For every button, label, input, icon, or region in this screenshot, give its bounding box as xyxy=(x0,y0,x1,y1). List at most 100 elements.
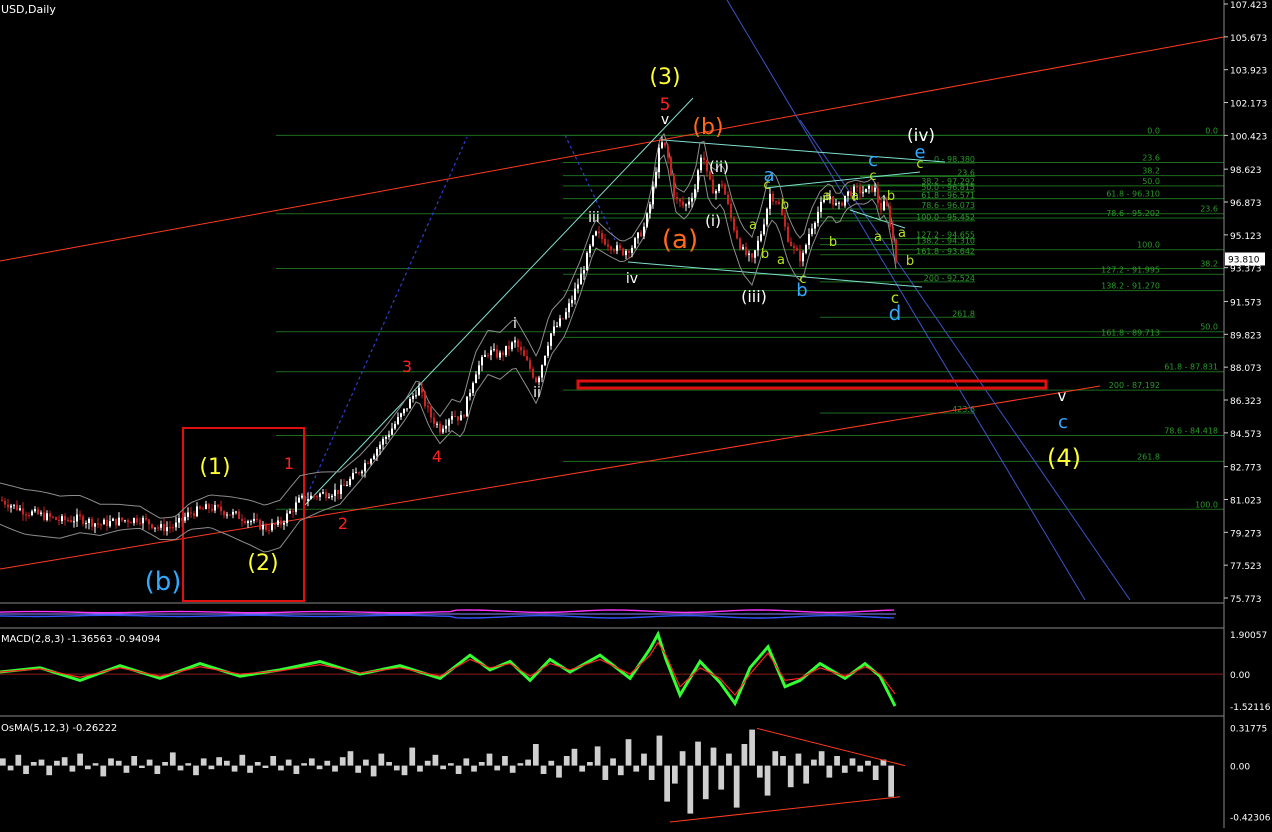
candle-body xyxy=(433,417,435,424)
wave-label: a xyxy=(777,253,785,268)
macd-tick-label: 0.00 xyxy=(1230,671,1250,681)
osma-bar xyxy=(594,746,601,766)
osma-bar xyxy=(587,762,593,766)
osma-bar xyxy=(602,765,609,780)
osma-bar xyxy=(270,756,277,766)
candle-body xyxy=(523,350,525,357)
osma-bar xyxy=(378,753,385,766)
osma-bar xyxy=(888,765,894,797)
candle-body xyxy=(100,524,102,526)
candle-body xyxy=(454,416,456,418)
price-tick-label: 88.073 xyxy=(1230,364,1262,374)
candle-body xyxy=(121,517,123,521)
candle-body xyxy=(400,413,402,418)
candle-body xyxy=(700,157,702,171)
price-axis: 107.423 105.673 103.923 102.173 100.423 98.62… xyxy=(0,0,1267,828)
candle-body xyxy=(517,340,519,347)
price-tick-label: 100.423 xyxy=(1230,132,1267,142)
wave-label: c xyxy=(869,169,876,184)
wave-label: (i) xyxy=(705,212,721,230)
candle-body xyxy=(466,396,468,417)
osma-bar xyxy=(162,762,168,766)
teal-trendline xyxy=(662,139,946,163)
candle-body xyxy=(739,238,741,250)
osma-bar xyxy=(656,735,663,766)
candle-body xyxy=(619,245,621,249)
wave-label: iv xyxy=(626,271,638,287)
osma-bar xyxy=(185,763,192,766)
candle-body xyxy=(661,142,663,148)
candle-body xyxy=(856,186,858,188)
osma-bar xyxy=(525,759,531,766)
osma-bar xyxy=(872,765,879,780)
candle-body xyxy=(340,484,342,495)
candle-body xyxy=(580,273,582,285)
candle-body xyxy=(412,395,414,400)
candle-body xyxy=(178,518,180,523)
candle-body xyxy=(859,186,861,194)
sub-fib-label: 200 - 92.524 xyxy=(924,274,975,283)
osma-bar xyxy=(247,765,253,773)
chart-canvas[interactable]: 0.00.023.638.250.061.8 - 96.31023.678.6 … xyxy=(0,0,1272,828)
fib-level-label: 261.8 xyxy=(1137,452,1160,461)
osma-bar xyxy=(115,760,122,766)
candle-body xyxy=(118,517,120,526)
candle-body xyxy=(727,194,729,204)
wave-label: (a) xyxy=(662,225,698,255)
osma-bar xyxy=(494,765,501,771)
osma-bar xyxy=(262,765,269,768)
candle-body xyxy=(211,508,213,511)
wave-label: a xyxy=(898,226,906,241)
candle-body xyxy=(796,247,798,251)
sub-fib-label: 61.8 - 96.571 xyxy=(921,191,975,200)
wave-label: c xyxy=(868,150,878,171)
candle-body xyxy=(184,516,186,521)
price-tick-label: 93.373 xyxy=(1230,265,1262,275)
candle-body xyxy=(685,204,687,206)
candle-body xyxy=(397,417,399,424)
osma-bar xyxy=(285,759,292,766)
candle-body xyxy=(220,506,222,512)
candle-body xyxy=(865,188,867,193)
wave-label: (ii) xyxy=(709,158,729,176)
osma-bar xyxy=(463,758,470,766)
candle-body xyxy=(376,448,378,456)
wave-label: (b) xyxy=(692,115,723,140)
candle-body xyxy=(142,517,144,524)
candle-body xyxy=(625,250,627,256)
candle-body xyxy=(256,518,258,520)
candle-body xyxy=(301,495,303,498)
osma-bar xyxy=(710,747,717,766)
candle-body xyxy=(565,312,567,319)
osma-bar xyxy=(486,753,493,766)
wave-label: i xyxy=(513,316,517,332)
osma-bar xyxy=(108,758,114,766)
osma-bar xyxy=(363,759,369,766)
candle-body xyxy=(337,489,339,495)
candle-body xyxy=(877,187,879,203)
osma-bar xyxy=(278,765,284,771)
candle-body xyxy=(748,253,750,256)
candle-body xyxy=(520,346,522,351)
wave-label: b xyxy=(796,280,807,301)
osma-bar xyxy=(540,765,547,774)
price-tick-label: 96.873 xyxy=(1230,199,1262,209)
candle-body xyxy=(106,519,108,527)
osma-bar xyxy=(254,762,261,766)
candle-body xyxy=(367,463,369,465)
candle-body xyxy=(493,349,495,351)
candle-body xyxy=(58,519,60,522)
osma-bar xyxy=(687,765,694,814)
candle-body xyxy=(601,233,603,239)
osma-bar xyxy=(200,758,207,766)
wave-label: iii xyxy=(588,210,600,226)
candle-body xyxy=(268,529,270,531)
candle-body xyxy=(487,354,489,356)
osma-bar xyxy=(308,758,315,766)
wave-labels: (3)5v (b)(ii)(i)(a)iiiiviii(iii)(iv)eccca… xyxy=(145,65,1081,597)
osma-bar xyxy=(131,756,138,766)
candle-body xyxy=(187,512,189,517)
candle-body xyxy=(10,505,12,508)
candle-body xyxy=(451,416,453,420)
osma-bar xyxy=(216,757,222,766)
